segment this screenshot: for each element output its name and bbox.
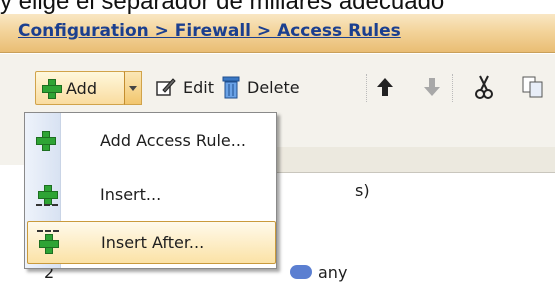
breadcrumb[interactable]: Configuration > Firewall > Access Rules <box>18 21 401 41</box>
toolbar-row: Add Edit Delete <box>0 66 555 110</box>
column-header <box>277 147 555 173</box>
menu-item-insert-after[interactable]: Insert After... <box>27 221 276 264</box>
copy-button[interactable] <box>521 71 545 103</box>
plus-icon <box>42 79 62 99</box>
arrow-up-icon <box>377 78 393 96</box>
delete-button-label: Delete <box>247 77 300 97</box>
add-button[interactable]: Add <box>35 71 125 105</box>
move-down-button[interactable] <box>422 71 442 103</box>
menu-item-label: Insert... <box>100 185 162 204</box>
trash-icon <box>222 76 240 99</box>
menu-item-add-access-rule[interactable]: Add Access Rule... <box>27 119 276 162</box>
menu-item-insert[interactable]: Insert... <box>27 173 276 216</box>
toolbar-separator <box>366 74 367 102</box>
chevron-down-icon <box>129 85 137 91</box>
edit-button-label: Edit <box>183 77 214 97</box>
menu-item-label: Insert After... <box>101 233 205 252</box>
source-value: any <box>318 263 348 282</box>
arrow-down-icon <box>424 78 440 96</box>
edit-icon <box>156 78 176 96</box>
copy-icon <box>522 76 543 98</box>
insert-icon <box>36 185 58 207</box>
toolbar-separator <box>452 74 453 102</box>
asdm-window: Configuration > Firewall > Access Rules … <box>0 14 555 282</box>
cut-button[interactable] <box>474 71 494 103</box>
add-dropdown-menu: Add Access Rule... Insert... Insert Afte… <box>24 112 277 269</box>
add-button-label: Add <box>66 78 97 98</box>
scissors-icon <box>475 75 493 99</box>
delete-button[interactable]: Delete <box>221 71 300 103</box>
table-cell: s) <box>355 181 370 200</box>
network-object-icon <box>290 265 312 279</box>
move-up-button[interactable] <box>375 71 395 103</box>
menu-item-label: Add Access Rule... <box>100 131 247 150</box>
insert-after-icon <box>37 230 59 254</box>
breadcrumb-bar: Configuration > Firewall > Access Rules <box>0 14 555 53</box>
add-dropdown-button[interactable] <box>124 71 142 105</box>
edit-button[interactable]: Edit <box>155 71 214 103</box>
plus-icon <box>36 131 56 151</box>
